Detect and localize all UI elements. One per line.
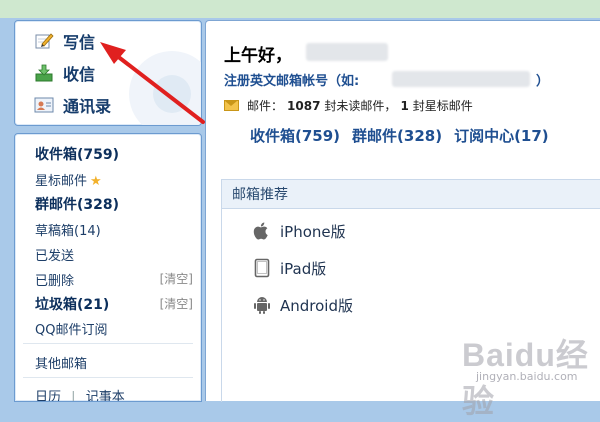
mail-label: 邮件：	[247, 99, 284, 113]
starred-count[interactable]: 1	[400, 99, 408, 113]
iphone-label: iPhone版	[280, 222, 346, 241]
contacts-card-icon	[33, 94, 55, 116]
receive-button[interactable]: 收信	[33, 61, 95, 85]
baidu-watermark: Baidu经验 jingyan.baidu.com	[448, 330, 598, 419]
folder-starred-label: 星标邮件	[35, 174, 88, 189]
watermark-url: jingyan.baidu.com	[476, 370, 578, 383]
folder-other-mailbox[interactable]: 其他邮箱	[35, 353, 87, 372]
mail-summary: 邮件： 1087 封未读邮件， 1 封星标邮件	[224, 97, 473, 114]
folder-inbox[interactable]: 收件箱(759)	[35, 144, 119, 164]
android-icon	[252, 294, 272, 316]
inbox-download-icon	[33, 62, 55, 84]
iphone-version-link[interactable]: iPhone版	[252, 220, 346, 242]
register-english-account-link[interactable]: 注册英文邮箱帐号（如:	[224, 70, 359, 89]
receive-label: 收信	[63, 65, 96, 84]
folder-panel: 收件箱(759) 星标邮件 ★ 群邮件(328) 草稿箱(14) 已发送 已删除 …	[14, 133, 202, 402]
quick-group-link[interactable]: 群邮件(328)	[352, 125, 442, 146]
greeting: 上午好，	[224, 46, 292, 66]
folder-drafts[interactable]: 草稿箱(14)	[35, 220, 101, 239]
top-strip	[0, 0, 600, 18]
ipad-version-link[interactable]: iPad版	[252, 257, 326, 279]
write-label: 写信	[63, 33, 96, 52]
ipad-label: iPad版	[280, 259, 327, 278]
folder-sent[interactable]: 已发送	[35, 245, 74, 264]
folder-qq-subscribe[interactable]: QQ邮件订阅	[35, 319, 107, 338]
recommend-title: 邮箱推荐	[222, 180, 600, 209]
starred-text: 封星标邮件	[412, 99, 473, 113]
quick-subscribe-link[interactable]: 订阅中心(17)	[454, 125, 549, 146]
pencil-icon	[33, 30, 55, 52]
clear-junk-link[interactable]: [清空]	[160, 295, 193, 312]
quick-inbox-link[interactable]: 收件箱(759)	[250, 125, 340, 146]
compose-panel: 写信 收信 通讯录	[14, 20, 202, 126]
contacts-button[interactable]: 通讯录	[33, 93, 111, 117]
clear-deleted-link[interactable]: [清空]	[160, 270, 193, 287]
blurred-username	[306, 43, 388, 61]
unread-text: 封未读邮件，	[324, 99, 397, 113]
apple-icon	[252, 220, 272, 242]
contacts-label: 通讯录	[63, 97, 112, 116]
folder-junk[interactable]: 垃圾箱(21)	[35, 294, 109, 314]
write-button[interactable]: 写信	[33, 29, 95, 53]
calendar-link[interactable]: 日历	[35, 390, 61, 401]
divider	[23, 377, 193, 378]
unread-count[interactable]: 1087	[287, 99, 320, 113]
ipad-icon	[252, 257, 272, 279]
stamp-decoration	[129, 51, 201, 125]
link-divider: |	[71, 390, 76, 402]
android-version-link[interactable]: Android版	[252, 294, 353, 316]
divider	[23, 343, 193, 344]
folder-starred[interactable]: 星标邮件 ★	[35, 170, 102, 189]
blurred-email-example	[392, 71, 530, 87]
folder-group[interactable]: 群邮件(328)	[35, 194, 119, 214]
star-icon: ★	[90, 174, 102, 189]
notepad-link[interactable]: 记事本	[86, 390, 125, 401]
android-label: Android版	[280, 296, 353, 315]
folder-deleted[interactable]: 已删除	[35, 270, 74, 289]
quick-links: 收件箱(759) 群邮件(328) 订阅中心(17)	[250, 125, 549, 146]
envelope-icon	[224, 100, 239, 111]
register-close-paren: ）	[536, 74, 550, 89]
